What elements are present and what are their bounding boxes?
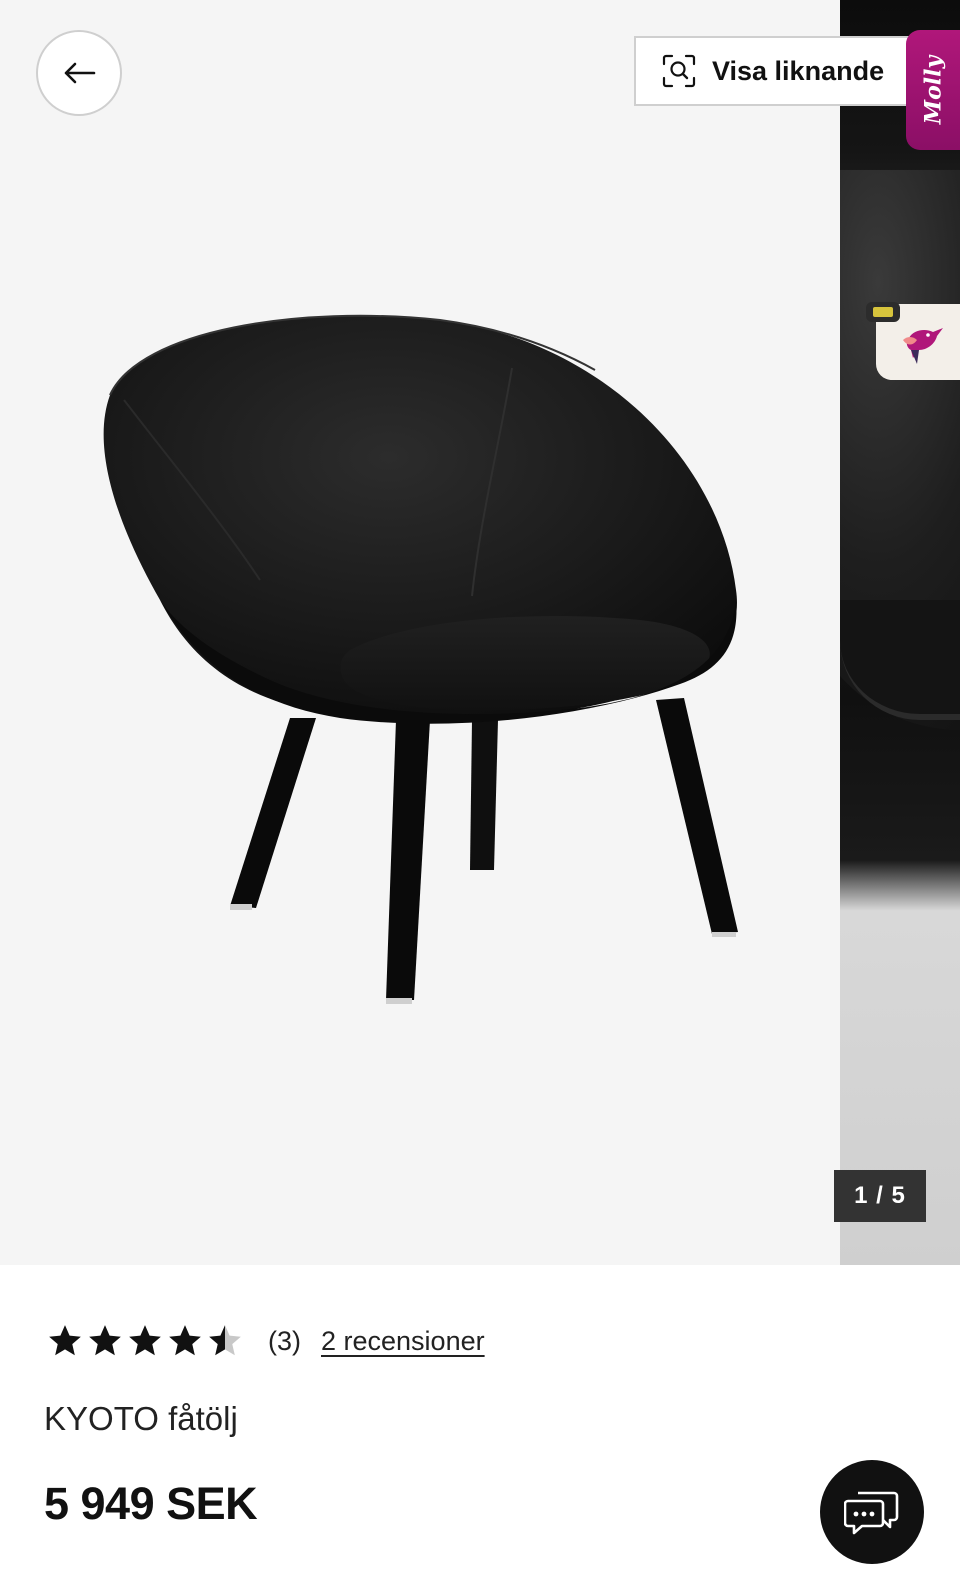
product-rating[interactable]: (3) 2 recensioner (46, 1318, 485, 1364)
product-image-current[interactable] (0, 0, 840, 1265)
star-full-icon (169, 1325, 201, 1356)
star-half-icon (209, 1325, 241, 1356)
promo-badge-icon (866, 302, 900, 322)
back-button[interactable] (36, 30, 122, 116)
visa-liknande-button[interactable]: Visa liknande (634, 36, 924, 106)
chat-bubbles-icon (844, 1491, 899, 1535)
product-image-next-peek[interactable] (840, 0, 960, 1265)
image-pager: 1 / 5 (834, 1170, 926, 1222)
product-price: 5 949 SEK (44, 1478, 258, 1529)
chat-button[interactable] (820, 1460, 924, 1564)
molly-tab-label: Molly (920, 55, 946, 125)
visa-liknande-label: Visa liknande (712, 55, 885, 86)
star-full-icon (49, 1325, 81, 1356)
star-full-icon (129, 1325, 161, 1356)
product-title: KYOTO fåtölj (44, 1400, 238, 1437)
reviews-link[interactable]: 2 recensioner (321, 1326, 485, 1357)
molly-assistant-tab[interactable]: Molly (906, 30, 960, 150)
star-full-icon (89, 1325, 121, 1356)
rating-count: (3) (268, 1325, 301, 1356)
product-image-gallery[interactable]: Visa liknande Molly 1 / 5 (0, 0, 960, 1265)
rating-stars (46, 1322, 246, 1360)
product-image-chair (103, 314, 738, 1004)
hummingbird-icon (903, 328, 943, 364)
arrow-left-icon (64, 62, 96, 84)
visual-search-icon (662, 54, 696, 88)
